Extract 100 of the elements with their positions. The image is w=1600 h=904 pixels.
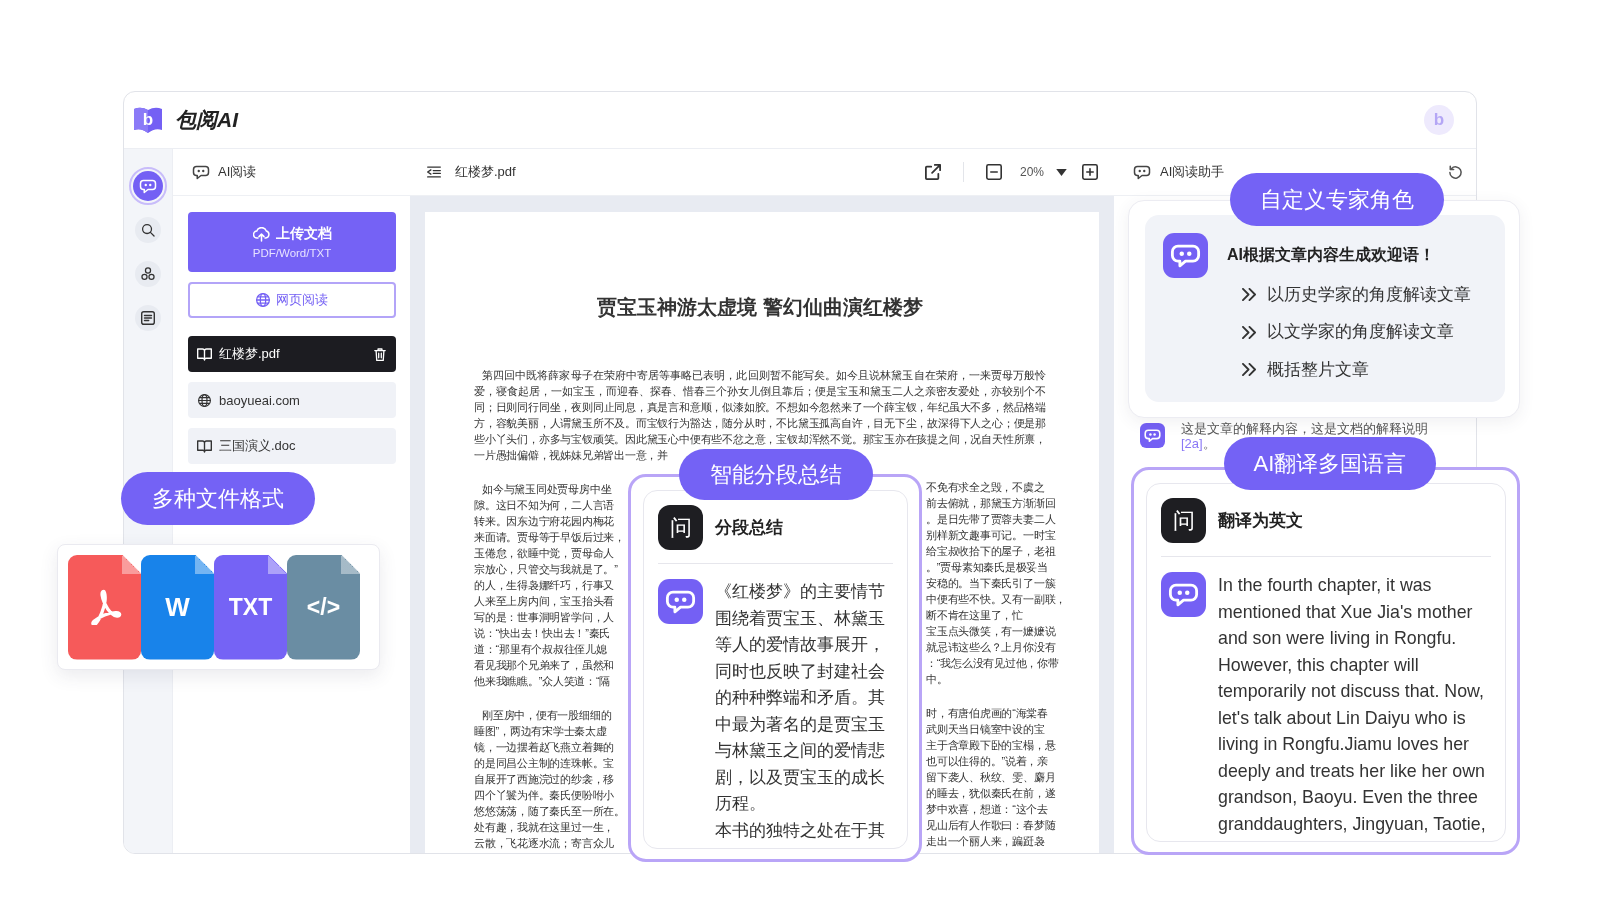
document-text-fragment: 悠悠荡荡，随了秦氏至一所在。	[474, 804, 625, 819]
answer-text: In the fourth chapter, it was mentioned that Xue Jia's mother and son were living in Rongfu. However, this chapter will temporarily not discuss that. Now, let's talk about Lin Daiyu who is living in Rongfu.Jiamu loves her deeply and treats her like her own grandson, Baoyu. Even the three granddaughters, Jingyuan, Taotie,	[1218, 574, 1487, 836]
chat-bubble-icon	[1163, 233, 1208, 278]
chat-bubble-icon	[1161, 572, 1206, 617]
callout-label: 自定义专家角色	[1230, 173, 1444, 226]
zoom-level: 20%	[1019, 165, 1044, 179]
document-text-fragment: 自展开了西施浣过的纱衾，移	[474, 772, 615, 787]
prompt-text: 分段总结	[715, 516, 783, 538]
document-text-line: 些小丫头们，亦多与宝钗顽笑。因此黛玉心中便有些不忿之意，宝钗却浑然不觉。那宝玉亦在孩提之间，况自天性所禀，	[474, 432, 1046, 447]
document-text-fragment: 见山后有人作歌曰：春梦随	[926, 818, 1056, 833]
document-lines-icon	[141, 311, 155, 325]
file-list-item[interactable]: baoyueai.com	[188, 382, 396, 418]
document-text-fragment: 走出一个丽人来，蹁跹袅	[926, 834, 1045, 849]
document-text-fragment: 给宝叔收拾下的屋子，老祖	[926, 544, 1056, 559]
chat-bubble-icon	[192, 164, 210, 180]
list-indent-icon[interactable]	[427, 166, 441, 178]
double-chevron-icon	[1242, 363, 1256, 377]
chat-nav-button[interactable]	[129, 167, 167, 205]
document-text-fragment: 断不肯在这里了，忙	[926, 608, 1024, 623]
plus-square-icon[interactable]	[1082, 164, 1098, 180]
prompt-text: 翻译为英文	[1218, 509, 1303, 531]
globe-icon	[197, 393, 212, 407]
document-text-fragment: 转来。因东边宁府花园内梅花	[474, 514, 615, 529]
cloud-upload-icon	[252, 226, 270, 242]
suggestion-item[interactable]: 以历史学家的角度解读文章	[1242, 276, 1487, 314]
code-file-tile: </>	[287, 554, 360, 660]
document-text-fragment: 前去俯就，那黛玉方渐渐回	[926, 496, 1056, 511]
search-icon	[141, 223, 155, 237]
suggestion-item[interactable]: 以文学家的角度解读文章	[1242, 313, 1487, 351]
txt-file-tile: TXT	[214, 554, 287, 660]
document-text-fragment: 。是日先带了贾蓉夫妻二人	[926, 512, 1056, 527]
document-text-fragment: 的是同昌公主制的连珠帐。宝	[474, 756, 615, 771]
search-nav-button[interactable]	[135, 217, 161, 243]
callout-label: 智能分段总结	[679, 449, 873, 500]
document-text-fragment: 主于含章殿下卧的宝榻，悬	[926, 738, 1056, 753]
notes-nav-button[interactable]	[135, 305, 161, 331]
document-text-line: 一片愚拙偏僻，视姊妹兄弟皆出一意，并	[474, 448, 669, 463]
question-tile: 问	[1161, 498, 1206, 543]
open-book-icon	[197, 439, 212, 453]
chat-bubble-icon	[1140, 423, 1165, 448]
document-text-line: 第四回中既将薛家母子在荣府中寄居等事略已表明，此回则暂不能写矣。如今且说林黛玉自在荣府，一来贾母万般怜	[481, 368, 1046, 383]
globe-icon	[256, 293, 270, 307]
double-chevron-icon	[1242, 288, 1256, 302]
document-text-fragment: 玉倦怠，欲睡中觉，贾母命人	[474, 546, 615, 561]
document-text-fragment: 梦中欢喜，想道：“这个去	[926, 802, 1049, 817]
document-text-fragment: 武则天当日镜室中设的宝	[926, 722, 1045, 737]
document-text-fragment: 。”贾母素知秦氏是极妥当	[926, 560, 1049, 575]
refresh-icon[interactable]	[1448, 164, 1463, 180]
greeting-text: AI根据文章内容生成欢迎语！	[1227, 245, 1435, 265]
document-text-line: 同；日则同行同坐，夜则同止同息，真是言和意顺，似漆如胶。不想如今忽然来了一个薛宝钗，年纪虽大不多，然品格端	[474, 400, 1046, 415]
file-list-item[interactable]: 三国演义.doc	[188, 428, 396, 464]
chat-bubble-icon	[1133, 164, 1151, 180]
upload-button[interactable]: 上传文档 PDF/Word/TXT	[188, 212, 396, 272]
answer-text: 本书的独特之处在于其	[715, 819, 886, 842]
document-text-fragment: 处有趣，我就在这里过一生，	[474, 820, 615, 835]
file-name: 红楼梦.pdf	[455, 163, 516, 181]
suggestion-item[interactable]: 概括整片文章	[1242, 351, 1487, 389]
document-text-fragment: 道：“那里有个叔叔往侄儿媳	[474, 642, 607, 657]
document-text-fragment: 镜，一边摆着赵飞燕立着舞的	[474, 740, 615, 755]
callout-label: 多种文件格式	[121, 472, 315, 525]
external-link-icon[interactable]	[924, 164, 941, 180]
word-file-tile: W	[141, 554, 214, 660]
document-text-fragment: 宗放心，只管交与我就是了。”	[474, 562, 618, 577]
open-book-icon	[197, 347, 212, 361]
document-text-fragment: 写的是：世事洞明皆学问，人	[474, 610, 615, 625]
web-reading-button[interactable]: 网页阅读	[188, 282, 396, 318]
answer-text: 《红楼梦》的主要情节围绕着贾宝玉、林黛玉等人的爱情故事展开，同时也反映了封建社会的种种弊端和矛盾。其中最为著名的是贾宝玉与林黛玉之间的爱情悲剧，以及贾宝玉的成长历程。	[715, 581, 886, 815]
document-text-fragment: 宝玉点头微笑，有一嬷嬷说	[926, 624, 1056, 639]
trash-icon[interactable]	[374, 347, 386, 361]
document-text-fragment: 的人，生得袅娜纤巧，行事又	[474, 578, 615, 593]
document-text-fragment: 睡图”，两边有宋学士秦太虚	[474, 724, 607, 739]
document-text-fragment: 看见我那个兄弟来了，虽然和	[474, 658, 615, 673]
document-text-fragment: 如今与黛玉同处贾母房中坐	[482, 482, 612, 497]
caret-down-icon[interactable]	[1056, 168, 1067, 176]
document-title: 贾宝玉神游太虚境 警幻仙曲演红楼梦	[596, 295, 924, 319]
file-list-item[interactable]: 红楼梦.pdf	[188, 336, 396, 372]
chat-bubble-icon	[658, 579, 703, 624]
document-text-fragment: ：“我怎么没有见过他，你带	[926, 656, 1059, 671]
document-text-fragment: 的睡去，犹似秦氏在前，遂	[926, 786, 1056, 801]
document-text-fragment: 时，有唐伯虎画的“海棠春	[926, 706, 1049, 721]
document-text-line: 方，容貌美丽，人谓黛玉所不及。而宝钗行为豁达，随分从时，不比黛玉孤高自许，目无下尘，故深得下人之心；便是那	[474, 416, 1046, 431]
apps-nav-button[interactable]	[135, 261, 161, 287]
minus-square-icon[interactable]	[985, 164, 1002, 180]
app-name: 包阅AI	[175, 107, 238, 133]
document-text-fragment: 四个丫鬟为伴。秦氏便吩咐小	[474, 788, 615, 803]
document-text-line: 爱，寝食起居，一如宝玉，而迎春、探春、惜春三个孙女儿倒且靠后；便是宝玉和黛玉二人之亲密友爱处，亦较别个不	[474, 384, 1046, 399]
three-circles-icon	[141, 267, 155, 281]
document-text-fragment: 中。	[926, 672, 948, 687]
document-text-fragment: 人来至上房内间，宝玉抬头看	[474, 594, 615, 609]
panel-title: AI阅读助手	[1160, 163, 1225, 181]
chat-bubble-icon	[139, 178, 157, 194]
panel-title: AI阅读	[218, 163, 257, 181]
document-text-fragment: 他来我瞧瞧。”众人笑道：“隔	[474, 674, 611, 689]
document-text-fragment: 来面请。贾母等于早饭后过来，	[474, 530, 625, 545]
document-text-fragment: 别样新文趣事可记。一时宝	[926, 528, 1056, 543]
document-text-fragment: 刚至房中，便有一股细细的	[482, 708, 612, 723]
question-tile: 问	[658, 505, 703, 550]
callout-label: AI翻译多国语言	[1224, 437, 1436, 490]
document-text-fragment: 不免有求全之毁，不虞之	[926, 480, 1045, 495]
double-chevron-icon	[1242, 325, 1256, 339]
